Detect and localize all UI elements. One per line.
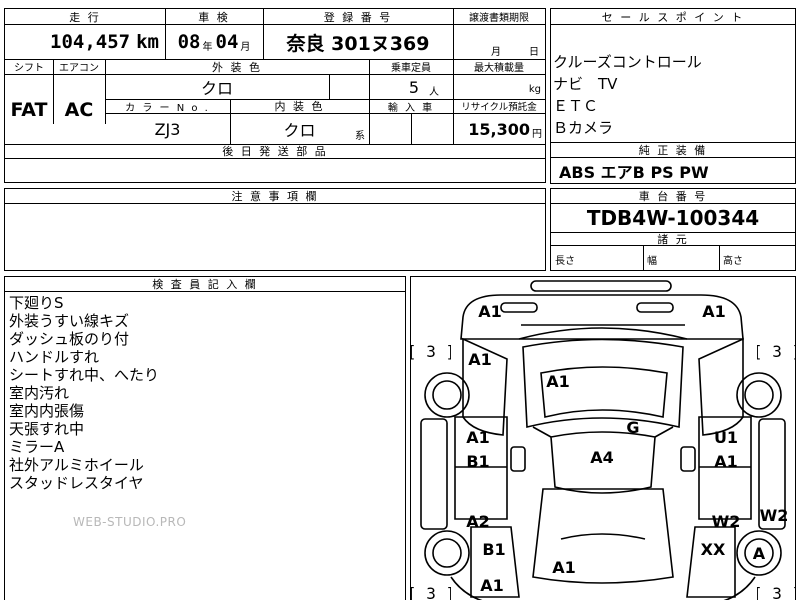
inspector-notes-box: 検 査 員 記 入 欄 下廻りS 外装うすい線キズ ダッシュ板のり付 ハンドルすれ シー… xyxy=(4,276,406,600)
damage-mark-front-right-wheel: A xyxy=(752,543,766,563)
damage-mark-front-bumper: A1 xyxy=(552,557,576,577)
vehicle-info-table: 走 行 車 検 登 録 番 号 譲渡書類期限 104,457 km 08 年 0… xyxy=(4,8,546,183)
damage-mark-hood: A4 xyxy=(590,447,614,467)
damage-mark-rear-left: A1 xyxy=(478,301,502,321)
inspector-note-item: ミラーA xyxy=(9,438,65,456)
inspection-year: 08 xyxy=(177,31,201,53)
load-unit: kg xyxy=(528,83,541,95)
transfer-month-unit: 月 xyxy=(491,46,501,58)
damage-mark-rear-right-door: U1 xyxy=(713,427,739,447)
recycle-fee-number: 15,300 xyxy=(468,119,530,139)
chassis-number: TDB4W-100344 xyxy=(586,206,760,230)
damage-mark-front-left: A1 xyxy=(480,575,504,595)
equipment-value: ABS エアB PS PW xyxy=(559,163,709,182)
glass-count-front-right: [ 3 ] xyxy=(757,583,795,600)
inspector-note-item: ダッシュ板のり付 xyxy=(9,330,130,348)
height-label: 高さ xyxy=(723,255,743,267)
sales-points-list: クルーズコントロール ナビ TV ＥＴＣ Ｂカメラ xyxy=(553,51,702,139)
sales-point-item: ナビ TV xyxy=(553,75,618,93)
damage-mark-front-left-fender: B1 xyxy=(482,539,506,559)
inspection-month: 04 xyxy=(215,31,239,53)
damage-mark-left-door-lower: B1 xyxy=(466,451,490,471)
recycle-fee-value: 15,300 円 xyxy=(453,114,545,144)
inspector-note-item: 天張すれ中 xyxy=(9,420,85,438)
damage-mark-rear-left-door: A1 xyxy=(466,427,490,447)
glass-count-rear-right: [ 3 ] xyxy=(757,341,795,361)
inspection-value: 08 年 04 月 xyxy=(165,25,263,59)
inspector-note-item: スタッドレスタイヤ xyxy=(9,474,144,492)
mileage-value: 104,457 km xyxy=(5,25,165,59)
color-no-label: カ ラ ー N o . xyxy=(125,102,210,114)
registration-label: 登 録 番 号 xyxy=(323,10,393,24)
shift-label: シフト xyxy=(14,63,44,74)
import-car-label: 輸 入 車 xyxy=(387,102,435,114)
transfer-doc-deadline-label: 譲渡書類期限 xyxy=(469,13,529,24)
watermark: WEB-STUDIO.PRO xyxy=(73,515,187,529)
exterior-color-value: クロ xyxy=(200,79,233,98)
chassis-box: 車 台 番 号 TDB4W-100344 諸 元 長さ 幅 高さ xyxy=(550,188,796,271)
damage-mark-right-side: W2 xyxy=(759,505,789,525)
damage-mark-right-door-lower: A1 xyxy=(714,451,738,471)
sales-point-item: クルーズコントロール xyxy=(553,53,702,71)
mileage-number: 104,457 xyxy=(50,31,131,53)
recycle-fee-label: リサイクル預託金 xyxy=(461,102,537,113)
caution-label: 注 意 事 項 欄 xyxy=(231,190,319,203)
equipment-box: 純 正 装 備 ABS エアB PS PW xyxy=(550,142,796,184)
damage-mark-front-left-door: A2 xyxy=(466,511,490,531)
inspector-notes-label: 検 査 員 記 入 欄 xyxy=(152,278,258,291)
transfer-day-unit: 日 xyxy=(529,46,539,58)
later-shipped-parts-label: 後 日 発 送 部 品 xyxy=(222,145,328,158)
damage-mark-roof: A1 xyxy=(546,371,570,391)
color-no-value: ZJ3 xyxy=(154,119,181,139)
exterior-color-label: 外 装 色 xyxy=(212,60,262,74)
equipment-label: 純 正 装 備 xyxy=(638,144,708,157)
max-load-label: 最大積載量 xyxy=(474,63,524,74)
sales-points-label: セ ー ル ス ポ イ ン ト xyxy=(601,10,745,24)
year-unit: 年 xyxy=(202,41,213,53)
glass-count-front-left: [ 3 ] xyxy=(411,583,451,600)
registration-number: 奈良 301ヌ369 xyxy=(286,32,430,55)
sales-point-item: Ｂカメラ xyxy=(553,119,614,137)
mileage-label: 走 行 xyxy=(69,10,101,24)
damage-mark-front-right-fender: XX xyxy=(700,539,726,559)
recycle-fee-unit: 円 xyxy=(532,128,542,140)
capacity-unit: 人 xyxy=(429,86,439,98)
mileage-unit: km xyxy=(136,31,159,53)
caution-box: 注 意 事 項 欄 xyxy=(4,188,546,271)
inspector-note-item: 下廻りS xyxy=(9,294,64,312)
dimensions-label: 諸 元 xyxy=(657,232,689,246)
damage-mark-rear-right: A1 xyxy=(702,301,726,321)
interior-color-suffix: 系 xyxy=(355,130,365,142)
capacity-label: 乗車定員 xyxy=(391,63,431,74)
inspector-note-item: 社外アルミホイール xyxy=(9,456,144,474)
chassis-label: 車 台 番 号 xyxy=(638,190,708,203)
sales-points-box: セ ー ル ス ポ イ ン ト クルーズコントロール ナビ TV ＥＴＣ Ｂカメラ xyxy=(550,8,796,143)
ac-label: エアコン xyxy=(59,63,99,74)
damage-mark-glass: G xyxy=(626,417,640,437)
registration-value: 奈良 301ヌ369 xyxy=(263,25,453,59)
inspector-notes-list: 下廻りS 外装うすい線キズ ダッシュ板のり付 ハンドルすれ シートすれ中、へたり 室内汚れ… xyxy=(9,294,159,492)
sales-point-item: ＥＴＣ xyxy=(553,97,599,115)
inspector-note-item: ハンドルすれ xyxy=(9,348,100,366)
glass-count-rear-left: [ 3 ] xyxy=(411,341,451,361)
damage-mark-front-right-door: W2 xyxy=(711,511,741,531)
shift-value: FAT xyxy=(10,98,48,121)
ac-value: AC xyxy=(64,98,94,121)
interior-color-label: 内 装 色 xyxy=(274,100,325,113)
damage-map-box: [ 3 ] [ 3 ] [ 3 ] [ 3 ] A1 A1 A1 A1 G A1… xyxy=(410,276,796,600)
inspector-note-item: 室内汚れ xyxy=(9,384,70,402)
inspector-note-item: 外装うすい線キズ xyxy=(9,312,130,330)
inspector-note-item: 室内内張傷 xyxy=(9,402,85,420)
inspection-label: 車 検 xyxy=(198,10,230,24)
interior-color-value: クロ xyxy=(283,121,316,140)
width-label: 幅 xyxy=(647,255,657,267)
length-label: 長さ xyxy=(555,255,575,267)
inspector-note-item: シートすれ中、へたり xyxy=(9,366,160,384)
damage-mark-left-quarter: A1 xyxy=(468,349,492,369)
capacity-value: 5 人 xyxy=(369,75,453,99)
month-unit: 月 xyxy=(240,41,251,53)
capacity-number: 5 xyxy=(408,77,419,97)
